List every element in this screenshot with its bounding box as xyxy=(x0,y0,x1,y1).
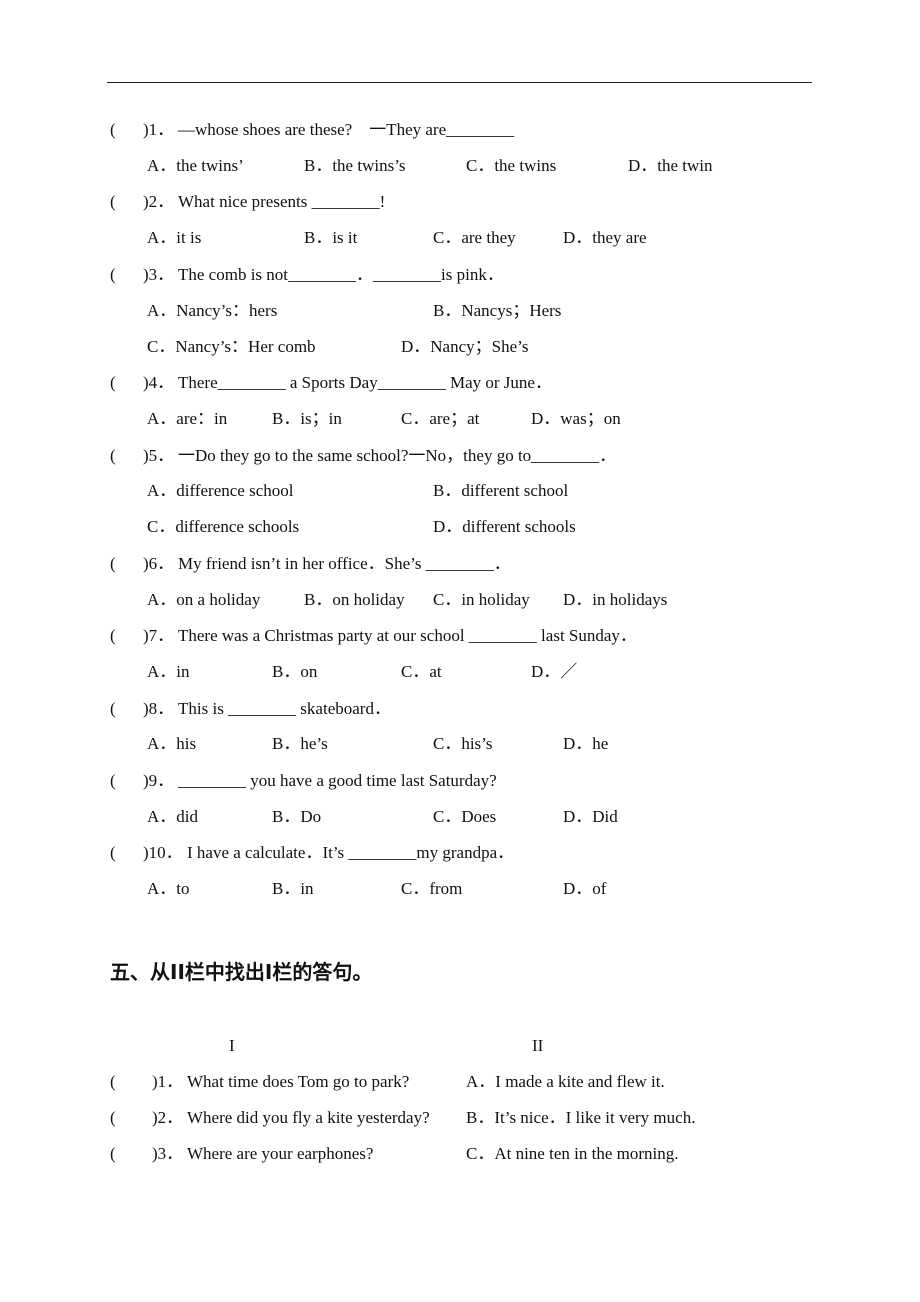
answer-option: B．different school xyxy=(433,481,569,500)
answer-option: C．are they xyxy=(433,228,516,247)
question-stem: This is ________ skateboard． xyxy=(178,699,391,718)
match-question: Where are your earphones? xyxy=(187,1144,374,1163)
match-question: What time does Tom go to park? xyxy=(187,1072,410,1091)
answer-blank-open-paren[interactable]: ( xyxy=(110,843,116,863)
answer-option: A．to xyxy=(147,879,190,898)
question-number: )3． xyxy=(143,265,175,284)
question-stem: There was a Christmas party at our schoo… xyxy=(178,626,637,645)
answer-option: C．Nancy’s：Her comb xyxy=(147,337,316,356)
answer-option: A．difference school xyxy=(147,481,294,500)
question-stem: ________ you have a good time last Satur… xyxy=(178,771,497,790)
question-number: )8． xyxy=(143,699,175,718)
answer-blank-open-paren[interactable]: ( xyxy=(110,446,116,466)
question-stem: I have a calculate．It’s ________my grand… xyxy=(187,843,515,862)
question-number: )2． xyxy=(143,192,175,211)
question-number: )9． xyxy=(143,771,175,790)
answer-option: C．Does xyxy=(433,807,497,826)
answer-option: B．the twins’s xyxy=(304,156,406,175)
answer-option: D．they are xyxy=(563,228,647,247)
answer-option: B．is；in xyxy=(272,409,342,428)
answer-blank-open-paren[interactable]: ( xyxy=(110,626,116,646)
answer-option: C．difference schools xyxy=(147,517,300,536)
answer-option: A．are：in xyxy=(147,409,228,428)
answer-option: A．the twins’ xyxy=(147,156,244,175)
answer-blank-open-paren[interactable]: ( xyxy=(110,771,116,791)
answer-option: C．his’s xyxy=(433,734,493,753)
answer-option: A．his xyxy=(147,734,197,753)
answer-option: D．of xyxy=(563,879,607,898)
answer-blank-open-paren[interactable]: ( xyxy=(110,120,116,140)
match-number: )3． xyxy=(152,1144,184,1163)
question-number: )7． xyxy=(143,626,175,645)
answer-option: D．he xyxy=(563,734,609,753)
question-stem: —whose shoes are these? 一They are_______… xyxy=(178,120,515,139)
answer-option: A．it is xyxy=(147,228,202,247)
answer-option: B．in xyxy=(272,879,314,898)
answer-option: B．Nancys；Hers xyxy=(433,301,562,320)
answer-option: A．on a holiday xyxy=(147,590,261,609)
answer-option: D．／ xyxy=(531,662,578,681)
question-number: )4． xyxy=(143,373,175,392)
answer-option: B．on xyxy=(272,662,318,681)
match-number: )2． xyxy=(152,1108,184,1127)
answer-option: D．different schools xyxy=(433,517,576,536)
answer-option: C．in holiday xyxy=(433,590,530,609)
answer-option: D．the twin xyxy=(628,156,713,175)
answer-blank-open-paren[interactable]: ( xyxy=(110,1108,116,1128)
section-5-heading: 五、从II栏中找出Ⅰ栏的答句。 xyxy=(110,960,373,984)
match-question: Where did you fly a kite yesterday? xyxy=(187,1108,430,1127)
answer-option: B．he’s xyxy=(272,734,328,753)
question-stem: There________ a Sports Day________ May o… xyxy=(178,373,552,392)
answer-option: D．Did xyxy=(563,807,618,826)
answer-option: C．at xyxy=(401,662,442,681)
answer-blank-open-paren[interactable]: ( xyxy=(110,699,116,719)
answer-option: B．is it xyxy=(304,228,358,247)
answer-blank-open-paren[interactable]: ( xyxy=(110,1072,116,1092)
match-answer: A．I made a kite and flew it. xyxy=(466,1072,665,1091)
header-rule xyxy=(107,82,812,83)
answer-blank-open-paren[interactable]: ( xyxy=(110,1144,116,1164)
question-stem: 一Do they go to the same school?一No，they … xyxy=(178,446,617,465)
answer-blank-open-paren[interactable]: ( xyxy=(110,554,116,574)
match-answer: B．It’s nice．I like it very much. xyxy=(466,1108,696,1127)
question-number: )6． xyxy=(143,554,175,573)
answer-blank-open-paren[interactable]: ( xyxy=(110,192,116,212)
answer-option: C．are；at xyxy=(401,409,480,428)
answer-option: D．was；on xyxy=(531,409,621,428)
match-number: )1． xyxy=(152,1072,184,1091)
answer-option: C．from xyxy=(401,879,463,898)
answer-option: B．Do xyxy=(272,807,322,826)
question-number: )10． xyxy=(143,843,183,862)
question-stem: The comb is not________．________is pink． xyxy=(178,265,504,284)
question-stem: What nice presents ________! xyxy=(178,192,386,211)
answer-option: D．Nancy；She’s xyxy=(401,337,529,356)
answer-blank-open-paren[interactable]: ( xyxy=(110,265,116,285)
answer-blank-open-paren[interactable]: ( xyxy=(110,373,116,393)
answer-option: B．on holiday xyxy=(304,590,405,609)
question-number: )5． xyxy=(143,446,175,465)
answer-option: D．in holidays xyxy=(563,590,668,609)
column-1-header: I xyxy=(229,1036,235,1055)
answer-option: A．Nancy’s：hers xyxy=(147,301,278,320)
answer-option: A．in xyxy=(147,662,190,681)
match-answer: C．At nine ten in the morning. xyxy=(466,1144,679,1163)
answer-option: C．the twins xyxy=(466,156,557,175)
question-stem: My friend isn’t in her office．She’s ____… xyxy=(178,554,511,573)
column-2-header: II xyxy=(532,1036,544,1055)
answer-option: A．did xyxy=(147,807,198,826)
question-number: )1． xyxy=(143,120,175,139)
